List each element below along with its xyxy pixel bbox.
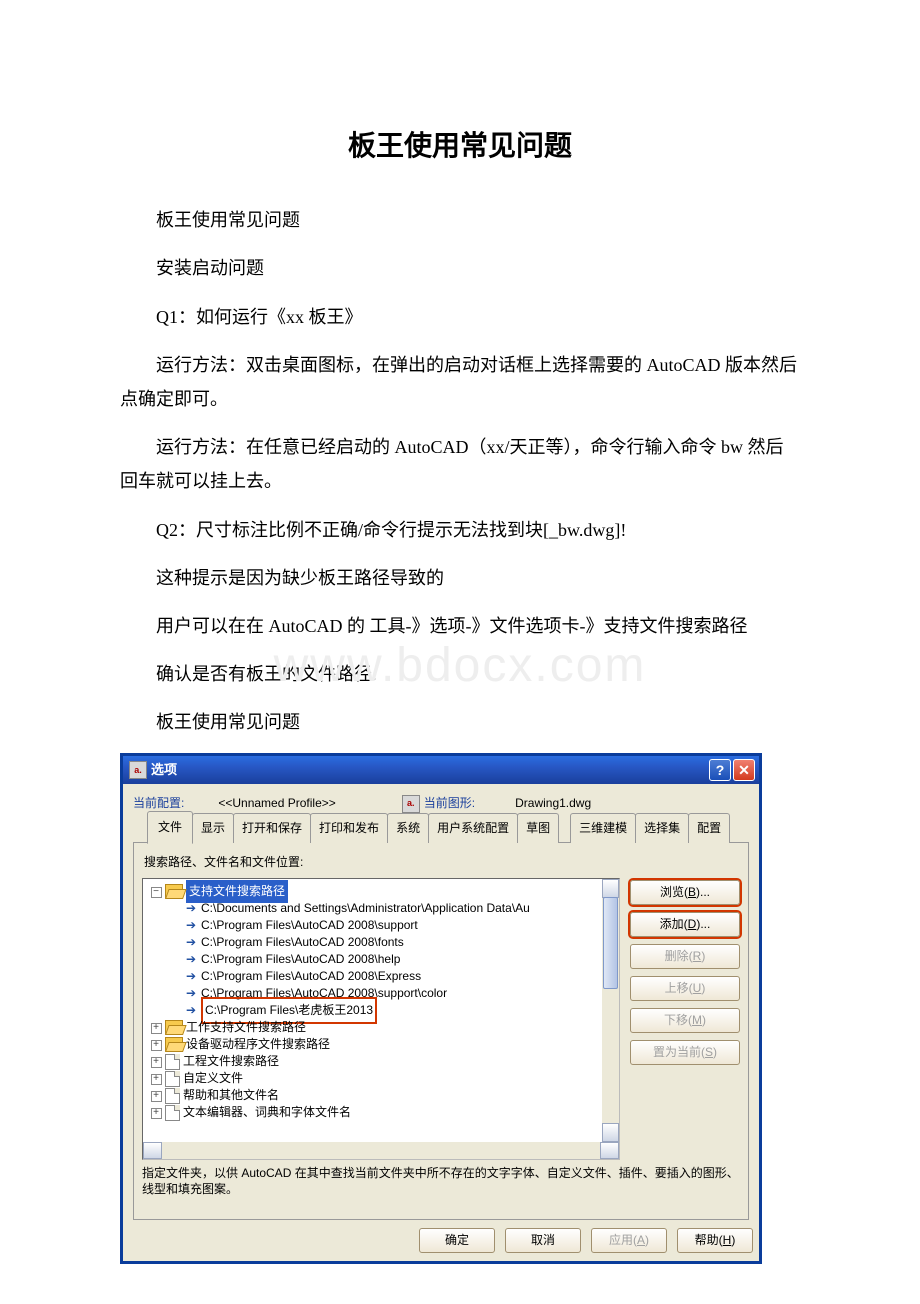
cancel-button[interactable]: 取消	[505, 1228, 581, 1253]
paragraph: 确认是否有板王的文件路径.	[120, 657, 800, 691]
tab-profiles[interactable]: 配置	[688, 813, 730, 843]
folder-open-icon	[165, 884, 183, 899]
horizontal-scrollbar[interactable]	[143, 1142, 619, 1159]
tab-files[interactable]: 文件	[147, 811, 193, 844]
drawing-value: Drawing1.dwg	[515, 792, 591, 815]
collapse-icon[interactable]: −	[151, 887, 162, 898]
options-dialog: a. 选项 ? ✕ 当前配置: <<Unnamed Profile>> a. 当…	[120, 753, 762, 1264]
paragraph: 运行方法：双击桌面图标，在弹出的启动对话框上选择需要的 AutoCAD 版本然后…	[120, 348, 800, 416]
files-panel: 搜索路径、文件名和文件位置: − 支持文件搜索路径 ➔C:\Documents …	[133, 842, 749, 1220]
tree-label: 文本编辑器、词典和字体文件名	[183, 1101, 351, 1124]
move-up-button[interactable]: 上移(U)	[630, 976, 740, 1001]
paragraph: 这种提示是因为缺少板王路径导致的	[120, 561, 800, 595]
paragraph: 用户可以在在 AutoCAD 的 工具-》选项-》文件选项卡-》支持文件搜索路径	[120, 609, 800, 643]
file-icon	[165, 1071, 180, 1087]
drawing-icon: a.	[402, 795, 420, 813]
titlebar: a. 选项 ? ✕	[123, 756, 759, 784]
dialog-body: 当前配置: <<Unnamed Profile>> a. 当前图形: Drawi…	[123, 784, 759, 1224]
tab-display[interactable]: 显示	[192, 813, 234, 843]
paragraph: Q1：如何运行《xx 板王》	[120, 300, 800, 334]
page-title: 板王使用常见问题	[120, 120, 800, 173]
panel-title: 搜索路径、文件名和文件位置:	[142, 847, 740, 878]
expand-icon[interactable]: +	[151, 1074, 162, 1085]
paragraph: 板王使用常见问题	[120, 203, 800, 237]
vertical-scrollbar[interactable]	[602, 879, 619, 1142]
tree-node-folder[interactable]: + 文本编辑器、词典和字体文件名	[147, 1104, 620, 1121]
scrollbar-thumb[interactable]	[603, 897, 618, 989]
move-down-button[interactable]: 下移(M)	[630, 1008, 740, 1033]
expand-icon[interactable]: +	[151, 1023, 162, 1034]
ok-button[interactable]: 确定	[419, 1228, 495, 1253]
expand-icon[interactable]: +	[151, 1057, 162, 1068]
description-text: 指定文件夹，以供 AutoCAD 在其中查找当前文件夹中所不存在的文字字体、自定…	[142, 1160, 740, 1213]
tab-opensave[interactable]: 打开和保存	[233, 813, 311, 843]
folder-open-icon	[165, 1037, 183, 1052]
tab-draft[interactable]: 草图	[517, 813, 559, 843]
tab-3d[interactable]: 三维建模	[570, 813, 636, 843]
expand-icon[interactable]: +	[151, 1040, 162, 1051]
app-icon: a.	[129, 761, 147, 779]
paragraph: 板王使用常见问题	[120, 705, 800, 739]
help-icon[interactable]: ?	[709, 759, 731, 781]
expand-icon[interactable]: +	[151, 1091, 162, 1102]
tab-system[interactable]: 系统	[387, 813, 429, 843]
file-icon	[165, 1105, 180, 1121]
bottom-buttons: 确定 取消 应用(A) 帮助(H)	[123, 1224, 759, 1261]
paragraph: 运行方法：在任意已经启动的 AutoCAD（xx/天正等），命令行输入命令 bw…	[120, 430, 800, 498]
set-current-button[interactable]: 置为当前(S)	[630, 1040, 740, 1065]
paragraph: Q2：尺寸标注比例不正确/命令行提示无法找到块[_bw.dwg]!	[120, 513, 800, 547]
tabstrip: 文件 显示 打开和保存 打印和发布 系统 用户系统配置 草图 三维建模 选择集 …	[133, 821, 749, 843]
help-button[interactable]: 帮助(H)	[677, 1228, 753, 1253]
apply-button[interactable]: 应用(A)	[591, 1228, 667, 1253]
folder-open-icon	[165, 1020, 183, 1035]
remove-button[interactable]: 删除(R)	[630, 944, 740, 969]
add-button[interactable]: 添加(D)...	[630, 912, 740, 937]
path-tree[interactable]: − 支持文件搜索路径 ➔C:\Documents and Settings\Ad…	[142, 878, 620, 1160]
tab-userpref[interactable]: 用户系统配置	[428, 813, 518, 843]
tab-selection[interactable]: 选择集	[635, 813, 689, 843]
paragraph: 安装启动问题	[120, 251, 800, 285]
drawing-label: 当前图形:	[424, 792, 475, 815]
browse-button[interactable]: 浏览(B)...	[630, 880, 740, 905]
expand-icon[interactable]: +	[151, 1108, 162, 1119]
profile-value: <<Unnamed Profile>>	[218, 792, 335, 815]
file-icon	[165, 1054, 180, 1070]
close-icon[interactable]: ✕	[733, 759, 755, 781]
side-buttons: 浏览(B)... 添加(D)... 删除(R) 上移(U) 下移(M) 置为当前…	[630, 878, 740, 1065]
file-icon	[165, 1088, 180, 1104]
tab-plot[interactable]: 打印和发布	[310, 813, 388, 843]
dialog-title: 选项	[151, 758, 177, 783]
